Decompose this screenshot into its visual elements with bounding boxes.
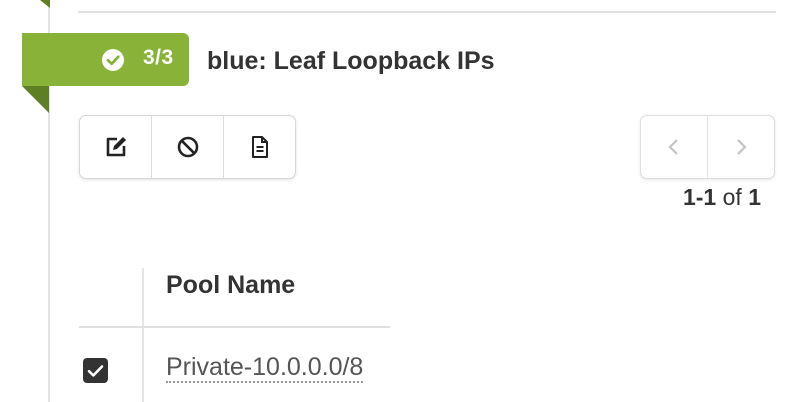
pagination-of: of — [722, 184, 742, 210]
column-divider — [142, 268, 144, 402]
step-progress-count: 3/3 — [143, 46, 174, 69]
step-status-badge: 3/3 — [22, 33, 189, 86]
edit-button[interactable] — [80, 116, 152, 178]
ban-icon — [177, 136, 198, 158]
check-circle-icon — [102, 49, 124, 71]
section-divider — [78, 11, 776, 13]
pool-name-link[interactable]: Private-10.0.0.0/8 — [166, 353, 364, 383]
pagination-info: 1-1 of 1 — [600, 184, 761, 211]
pagination — [640, 115, 775, 179]
chevron-right-icon — [737, 139, 747, 155]
badge-fold — [22, 86, 49, 113]
pagination-total: 1 — [748, 184, 761, 210]
column-header-pool-name[interactable]: Pool Name — [166, 271, 295, 300]
header-divider — [79, 326, 390, 328]
row-checkbox[interactable] — [83, 358, 108, 383]
section-title: blue: Leaf Loopback IPs — [207, 47, 495, 75]
view-document-button[interactable] — [224, 116, 295, 178]
chevron-left-icon — [668, 139, 678, 155]
checkmark-icon — [87, 364, 104, 377]
disable-button[interactable] — [152, 116, 224, 178]
pagination-range: 1-1 — [682, 184, 717, 210]
edit-icon — [106, 137, 126, 157]
previous-page-button[interactable] — [641, 116, 708, 178]
previous-step-fold — [40, 0, 50, 8]
toolbar — [79, 115, 296, 179]
document-icon — [251, 136, 268, 158]
next-page-button[interactable] — [708, 116, 774, 178]
